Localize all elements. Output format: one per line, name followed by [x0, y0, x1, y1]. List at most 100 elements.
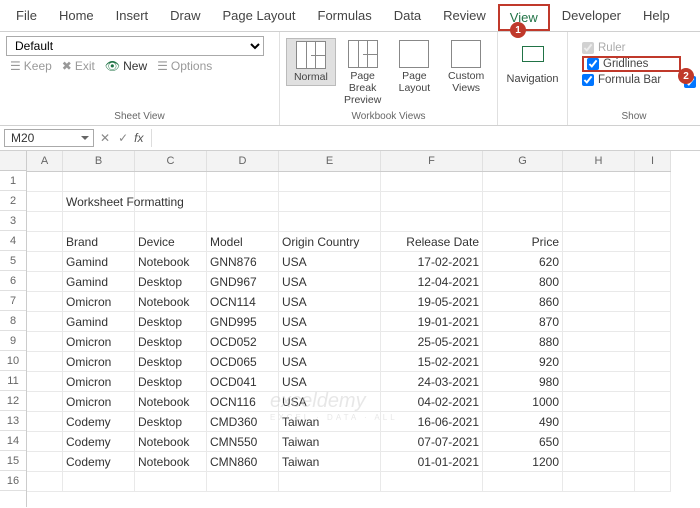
cell[interactable] [563, 252, 635, 272]
row-header-7[interactable]: 7 [0, 291, 26, 311]
tab-developer[interactable]: Developer [552, 4, 631, 31]
cell[interactable]: 12-04-2021 [381, 272, 483, 292]
cell[interactable] [27, 392, 63, 412]
cell[interactable] [563, 372, 635, 392]
tab-draw[interactable]: Draw [160, 4, 210, 31]
cell[interactable]: Desktop [135, 272, 207, 292]
cell[interactable] [27, 212, 63, 232]
cell[interactable]: 650 [483, 432, 563, 452]
name-box[interactable]: M20 [4, 129, 94, 147]
cell[interactable] [381, 472, 483, 492]
page-break-preview-button[interactable]: Page Break Preview [338, 38, 388, 108]
formula-input[interactable] [151, 129, 696, 147]
cell[interactable] [563, 272, 635, 292]
cell[interactable]: Price [483, 232, 563, 252]
row-header-4[interactable]: 4 [0, 231, 26, 251]
row-header-12[interactable]: 12 [0, 391, 26, 411]
custom-views-button[interactable]: Custom Views [441, 38, 491, 96]
cell[interactable]: Notebook [135, 292, 207, 312]
cell[interactable] [27, 432, 63, 452]
cell[interactable]: OCD052 [207, 332, 279, 352]
row-header-16[interactable]: 16 [0, 471, 26, 491]
cell[interactable] [635, 292, 671, 312]
cell[interactable] [279, 472, 381, 492]
cell[interactable] [563, 452, 635, 472]
cell[interactable]: Brand [63, 232, 135, 252]
tab-home[interactable]: Home [49, 4, 104, 31]
tab-review[interactable]: Review [433, 4, 496, 31]
cell[interactable] [135, 172, 207, 192]
normal-view-button[interactable]: Normal [286, 38, 336, 86]
cell[interactable]: 880 [483, 332, 563, 352]
cell[interactable] [27, 172, 63, 192]
cell[interactable] [381, 172, 483, 192]
cell[interactable] [635, 452, 671, 472]
cell[interactable] [27, 412, 63, 432]
cell[interactable]: Omicron [63, 292, 135, 312]
keep-button[interactable]: ☰Keep [10, 59, 52, 73]
cell[interactable] [63, 172, 135, 192]
cell[interactable]: 19-05-2021 [381, 292, 483, 312]
cell[interactable] [635, 472, 671, 492]
col-header-E[interactable]: E [279, 151, 381, 171]
row-header-9[interactable]: 9 [0, 331, 26, 351]
row-header-15[interactable]: 15 [0, 451, 26, 471]
cell[interactable]: Codemy [63, 432, 135, 452]
cell[interactable] [63, 472, 135, 492]
cell[interactable]: Gamind [63, 252, 135, 272]
cell[interactable]: OCD041 [207, 372, 279, 392]
col-header-I[interactable]: I [635, 151, 671, 171]
cell[interactable] [27, 232, 63, 252]
cell[interactable]: USA [279, 252, 381, 272]
cell[interactable]: USA [279, 292, 381, 312]
cell[interactable] [279, 212, 381, 232]
cell[interactable]: 24-03-2021 [381, 372, 483, 392]
cell[interactable]: Notebook [135, 392, 207, 412]
cancel-icon[interactable]: ✕ [98, 131, 112, 145]
cell[interactable] [635, 312, 671, 332]
row-header-1[interactable]: 1 [0, 171, 26, 191]
cell[interactable]: 1200 [483, 452, 563, 472]
col-header-H[interactable]: H [563, 151, 635, 171]
tab-help[interactable]: Help [633, 4, 680, 31]
cell[interactable] [27, 472, 63, 492]
cell[interactable] [27, 292, 63, 312]
cell[interactable] [207, 192, 279, 212]
cell[interactable] [279, 172, 381, 192]
cell[interactable] [563, 412, 635, 432]
cell[interactable]: USA [279, 272, 381, 292]
cell[interactable]: Omicron [63, 392, 135, 412]
cell[interactable]: Worksheet Formatting [63, 192, 135, 212]
cell[interactable]: Notebook [135, 252, 207, 272]
cell[interactable] [635, 412, 671, 432]
new-button[interactable]: 👁New [105, 59, 147, 73]
cell[interactable] [27, 252, 63, 272]
cell[interactable] [563, 172, 635, 192]
col-header-A[interactable]: A [27, 151, 63, 171]
cell[interactable]: CMN860 [207, 452, 279, 472]
cell[interactable] [27, 312, 63, 332]
row-header-10[interactable]: 10 [0, 351, 26, 371]
col-header-G[interactable]: G [483, 151, 563, 171]
row-header-2[interactable]: 2 [0, 191, 26, 211]
options-button[interactable]: ☰Options [157, 59, 212, 73]
cell[interactable]: 1000 [483, 392, 563, 412]
cell[interactable] [563, 212, 635, 232]
cell[interactable] [279, 192, 381, 212]
cell[interactable]: GNN876 [207, 252, 279, 272]
cell[interactable]: 920 [483, 352, 563, 372]
cell[interactable]: 870 [483, 312, 563, 332]
fx-label[interactable]: fx [134, 131, 143, 145]
sheet-view-select[interactable]: Default [6, 36, 264, 56]
cell[interactable] [483, 172, 563, 192]
cell[interactable]: 17-02-2021 [381, 252, 483, 272]
navigation-button[interactable]: Navigation [504, 36, 561, 91]
cell[interactable] [635, 352, 671, 372]
cell[interactable] [27, 192, 63, 212]
cell[interactable]: Notebook [135, 432, 207, 452]
enter-icon[interactable]: ✓ [116, 131, 130, 145]
cell[interactable] [635, 372, 671, 392]
cell[interactable]: Gamind [63, 272, 135, 292]
cell[interactable]: 25-05-2021 [381, 332, 483, 352]
cell[interactable]: USA [279, 352, 381, 372]
